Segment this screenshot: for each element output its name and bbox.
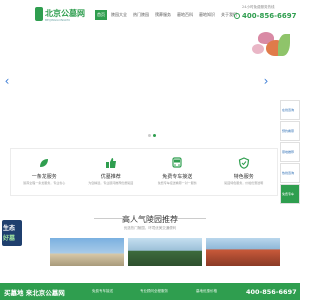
service-desc: 免费专车接送看墓一对一服务: [157, 181, 197, 185]
service-title: 一条龙服务: [31, 174, 57, 180]
ad-badge-line: 好墓: [3, 235, 16, 242]
cemetery-photo[interactable]: [206, 238, 280, 266]
sidebar-item-online-consult[interactable]: 在线咨询: [280, 100, 300, 120]
logo-icon: [35, 7, 43, 21]
sidebar-item-hotline[interactable]: 热线咨询: [280, 163, 300, 183]
thumbs-up-icon: [105, 158, 116, 168]
nav-item-cemeteries[interactable]: 陵园大全: [109, 10, 129, 20]
logo-subtext: BEIJINGGONGMU: [45, 18, 71, 22]
leaf-decoration: [278, 34, 290, 56]
service-title: 优墓推荐: [100, 174, 121, 180]
section-title: 高人气陵园推荐: [122, 215, 178, 224]
main-nav: 首页 陵园大全 热门陵园 殡葬服务 墓地百科 墓地知识 关于我们: [95, 10, 241, 20]
leaf-icon: [40, 159, 49, 167]
bottom-bar: 买墓地 来北京公墓网 免费专车接送 专业顾问全程服务 墓地优惠价格 400-85…: [0, 283, 300, 300]
bottom-brand: 买墓地 来北京公墓网: [4, 289, 65, 297]
sidebar-item-free-shuttle[interactable]: 免费专车: [280, 184, 300, 204]
service-title: 免费专车接送: [162, 174, 193, 180]
sidebar-item-label: 热线咨询: [282, 171, 295, 175]
slide-dot[interactable]: [148, 134, 151, 137]
nav-item-encyclopedia[interactable]: 墓地百科: [175, 10, 195, 20]
bottom-phone[interactable]: 400-856-6697: [246, 288, 297, 296]
service-card[interactable]: 特色服务 陵园特色服务，价格优惠透明: [211, 149, 278, 195]
bottom-link-advisor[interactable]: 专业顾问全程服务: [140, 289, 168, 294]
ad-badge-line: 生态: [3, 225, 16, 232]
section-subtitle: 优选热门陵园，环境优美交通便利: [123, 226, 177, 230]
hero-banner[interactable]: ‹ ›: [0, 30, 300, 140]
sidebar-item-label: 免费专车: [282, 192, 295, 196]
nav-item-home[interactable]: 首页: [95, 10, 107, 20]
prev-slide-arrow-icon[interactable]: ‹: [3, 74, 11, 88]
cemetery-photo[interactable]: [128, 238, 202, 266]
sidebar-item-label: 墓地推荐: [282, 150, 295, 154]
service-card[interactable]: 一条龙服务 殡葬全程一条龙服务，专业省心: [11, 149, 78, 195]
sidebar-item-recommend[interactable]: 墓地推荐: [280, 142, 300, 162]
bottom-link-discount[interactable]: 墓地优惠价格: [196, 289, 217, 294]
services-panel: 一条龙服务 殡葬全程一条龙服务，专业省心 优墓推荐 为您精选，专业顾问推荐优质陵…: [10, 148, 278, 196]
floating-sidebar: 在线咨询 预约看墓 墓地推荐 热线咨询 免费专车: [280, 100, 300, 205]
service-desc: 为您精选，专业顾问推荐优质陵园: [88, 181, 134, 185]
bottom-link-shuttle[interactable]: 免费专车接送: [92, 289, 113, 294]
cemetery-photo-list: [50, 238, 280, 266]
hotline-label: 24小时免费服务热线: [242, 5, 275, 9]
sidebar-item-label: 在线咨询: [282, 108, 295, 112]
service-card[interactable]: 免费专车接送 免费专车接送看墓一对一服务: [144, 149, 211, 195]
service-title: 特色服务: [233, 174, 254, 180]
service-desc: 陵园特色服务，价格优惠透明: [224, 181, 264, 185]
cemetery-photo[interactable]: [50, 238, 124, 266]
nav-item-knowledge[interactable]: 墓地知识: [197, 10, 217, 20]
service-card[interactable]: 优墓推荐 为您精选，专业顾问推荐优质陵园: [78, 149, 145, 195]
phone-icon: [234, 13, 240, 19]
nav-item-popular[interactable]: 热门陵园: [131, 10, 151, 20]
hotline: 24小时免费服务热线 400-856-6697: [234, 5, 297, 27]
nav-item-services[interactable]: 殡葬服务: [153, 10, 173, 20]
header: 北京公墓网 BEIJINGGONGMU 首页 陵园大全 热门陵园 殡葬服务 墓地…: [0, 0, 300, 30]
hotline-number[interactable]: 400-856-6697: [242, 12, 297, 20]
ad-badge[interactable]: 生态 好墓: [2, 220, 22, 246]
site-logo[interactable]: 北京公墓网 BEIJINGGONGMU: [35, 6, 85, 24]
sidebar-item-book-visit[interactable]: 预约看墓: [280, 121, 300, 141]
slide-dot-active[interactable]: [153, 134, 156, 137]
flower-decoration: [252, 44, 264, 54]
next-slide-arrow-icon[interactable]: ›: [262, 74, 270, 88]
service-desc: 殡葬全程一条龙服务，专业省心: [23, 181, 66, 185]
sidebar-item-label: 预约看墓: [282, 129, 295, 133]
bus-icon: [172, 157, 182, 168]
shield-icon: [238, 157, 249, 169]
slide-indicators: [148, 134, 156, 137]
